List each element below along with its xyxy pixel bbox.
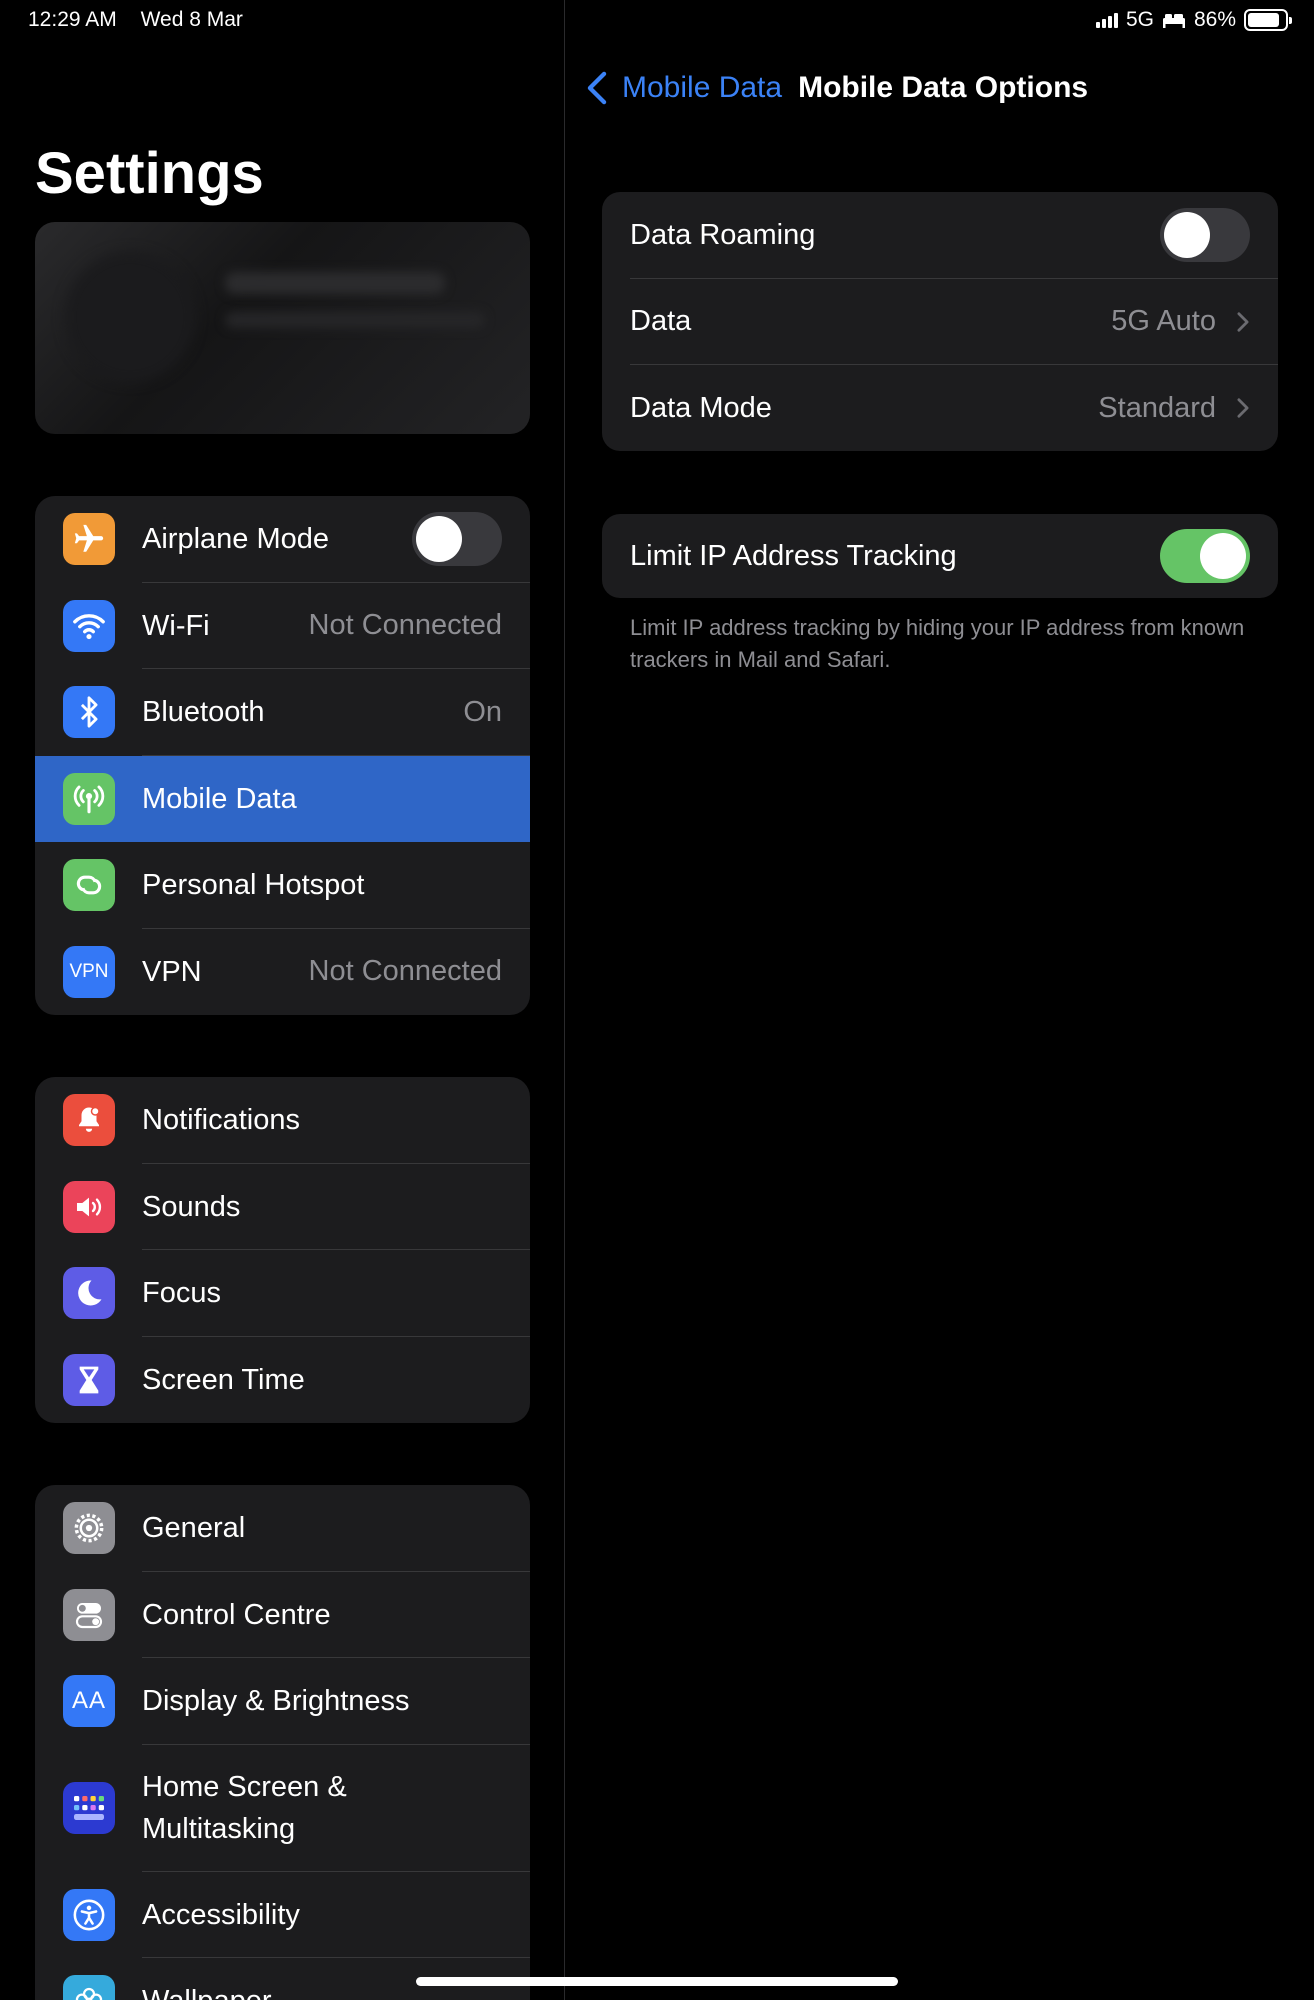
general-group: General Control Centre AA Display & Brig…	[35, 1485, 530, 2000]
pane-divider	[564, 0, 565, 2000]
status-bar-right: 5G 86%	[1095, 8, 1292, 32]
sidebar-item-label: Wallpaper	[142, 1980, 271, 2000]
navigation-bar: Mobile Data Mobile Data Options	[586, 66, 1088, 110]
grid-icon	[63, 1782, 115, 1834]
chevron-right-icon	[1237, 398, 1249, 418]
bell-icon	[63, 1094, 115, 1147]
gear-icon	[63, 1502, 115, 1555]
sidebar-item-notifications[interactable]: Notifications	[35, 1077, 530, 1164]
airplane-mode-toggle[interactable]	[412, 512, 502, 567]
ip-tracking-group: Limit IP Address Tracking	[602, 514, 1278, 598]
sidebar-item-screen-time[interactable]: Screen Time	[35, 1337, 530, 1424]
sidebar-item-vpn[interactable]: VPN VPN Not Connected	[35, 929, 530, 1016]
notifications-group: Notifications Sounds Focus Screen Time	[35, 1077, 530, 1423]
mobile-data-options-group: Data Roaming Data 5G Auto Data Mode Stan…	[602, 192, 1278, 451]
sidebar-item-general[interactable]: General	[35, 1485, 530, 1572]
flower-icon	[63, 1975, 115, 2000]
back-button[interactable]: Mobile Data	[622, 71, 782, 105]
sidebar-item-airplane-mode[interactable]: Airplane Mode	[35, 496, 530, 583]
sleep-bed-icon	[1162, 14, 1185, 28]
data-roaming-toggle[interactable]	[1160, 208, 1250, 263]
data-row[interactable]: Data 5G Auto	[602, 279, 1278, 365]
home-indicator[interactable]	[416, 1977, 898, 1986]
sidebar-item-personal-hotspot[interactable]: Personal Hotspot	[35, 842, 530, 929]
hourglass-icon	[63, 1353, 115, 1406]
sidebar-item-label: Personal Hotspot	[142, 869, 365, 902]
airplane-icon	[63, 513, 115, 566]
avatar	[65, 252, 195, 382]
sidebar-item-label: Focus	[142, 1277, 221, 1310]
sidebar-item-label: General	[142, 1512, 246, 1545]
sidebar-item-display-brightness[interactable]: AA Display & Brightness	[35, 1658, 530, 1745]
sidebar-item-mobile-data[interactable]: Mobile Data	[35, 755, 530, 842]
antenna-icon	[63, 772, 115, 825]
connectivity-group: Airplane Mode Wi-Fi Not Connected Blueto…	[35, 496, 530, 1015]
sidebar-item-accessibility[interactable]: Accessibility	[35, 1872, 530, 1958]
battery-percent: 86%	[1193, 8, 1236, 31]
data-mode-label: Data Mode	[630, 391, 772, 424]
vpn-icon: VPN	[63, 945, 115, 998]
text-size-icon: AA	[63, 1675, 115, 1728]
data-mode-value: Standard	[1098, 391, 1216, 424]
sidebar-item-label: Bluetooth	[142, 696, 265, 729]
page-title: Mobile Data Options	[798, 71, 1089, 104]
sidebar-item-bluetooth[interactable]: Bluetooth On	[35, 669, 530, 756]
chevron-right-icon	[1237, 312, 1249, 332]
data-label: Data	[630, 305, 692, 338]
switches-icon	[63, 1588, 115, 1641]
sidebar-item-wifi[interactable]: Wi-Fi Not Connected	[35, 583, 530, 669]
settings-sidebar: Settings Airplane Mode Wi-Fi Not Connect…	[0, 0, 564, 2000]
sidebar-item-label: Mobile Data	[142, 782, 297, 815]
wifi-status: Not Connected	[308, 609, 502, 642]
sidebar-item-sounds[interactable]: Sounds	[35, 1164, 530, 1250]
limit-ip-tracking-footnote: Limit IP address tracking by hiding your…	[630, 615, 1245, 672]
limit-ip-tracking-toggle[interactable]	[1160, 529, 1250, 583]
sidebar-item-label: Notifications	[142, 1104, 300, 1137]
sidebar-item-label: Sounds	[142, 1190, 241, 1223]
vpn-status: Not Connected	[308, 955, 502, 988]
data-value: 5G Auto	[1111, 305, 1216, 338]
accessibility-icon	[63, 1888, 115, 1941]
back-chevron-icon[interactable]	[586, 71, 608, 105]
sidebar-item-label: Control Centre	[142, 1598, 331, 1631]
limit-ip-tracking-label: Limit IP Address Tracking	[630, 539, 957, 572]
sidebar-item-label: Accessibility	[142, 1898, 300, 1931]
signal-icon	[1095, 12, 1118, 28]
wifi-icon	[63, 599, 115, 652]
data-mode-row[interactable]: Data Mode Standard	[602, 365, 1278, 451]
data-roaming-row: Data Roaming	[602, 192, 1278, 279]
network-type: 5G	[1125, 8, 1154, 31]
sidebar-item-label: Screen Time	[142, 1363, 305, 1396]
moon-icon	[63, 1267, 115, 1320]
account-subtitle-blurred	[225, 312, 485, 328]
data-roaming-label: Data Roaming	[630, 218, 816, 251]
battery-icon	[1244, 9, 1292, 31]
speaker-icon	[63, 1180, 115, 1233]
limit-ip-tracking-row: Limit IP Address Tracking	[602, 514, 1278, 598]
sidebar-item-label: Wi-Fi	[142, 609, 210, 642]
apple-id-card[interactable]	[35, 222, 530, 434]
sidebar-item-label: Airplane Mode	[142, 523, 329, 556]
hotspot-icon	[63, 859, 115, 912]
account-name-blurred	[225, 272, 445, 294]
sidebar-item-label: Display & Brightness	[142, 1685, 410, 1718]
sidebar-title: Settings	[35, 141, 264, 206]
sidebar-item-label: Home Screen & Multitasking	[142, 1771, 347, 1845]
bluetooth-icon	[63, 686, 115, 739]
sidebar-item-home-screen-multitasking[interactable]: Home Screen & Multitasking	[35, 1745, 530, 1872]
bluetooth-status: On	[463, 695, 502, 728]
sidebar-item-focus[interactable]: Focus	[35, 1250, 530, 1337]
sidebar-item-control-centre[interactable]: Control Centre	[35, 1572, 530, 1658]
sidebar-item-label: VPN	[142, 955, 202, 988]
